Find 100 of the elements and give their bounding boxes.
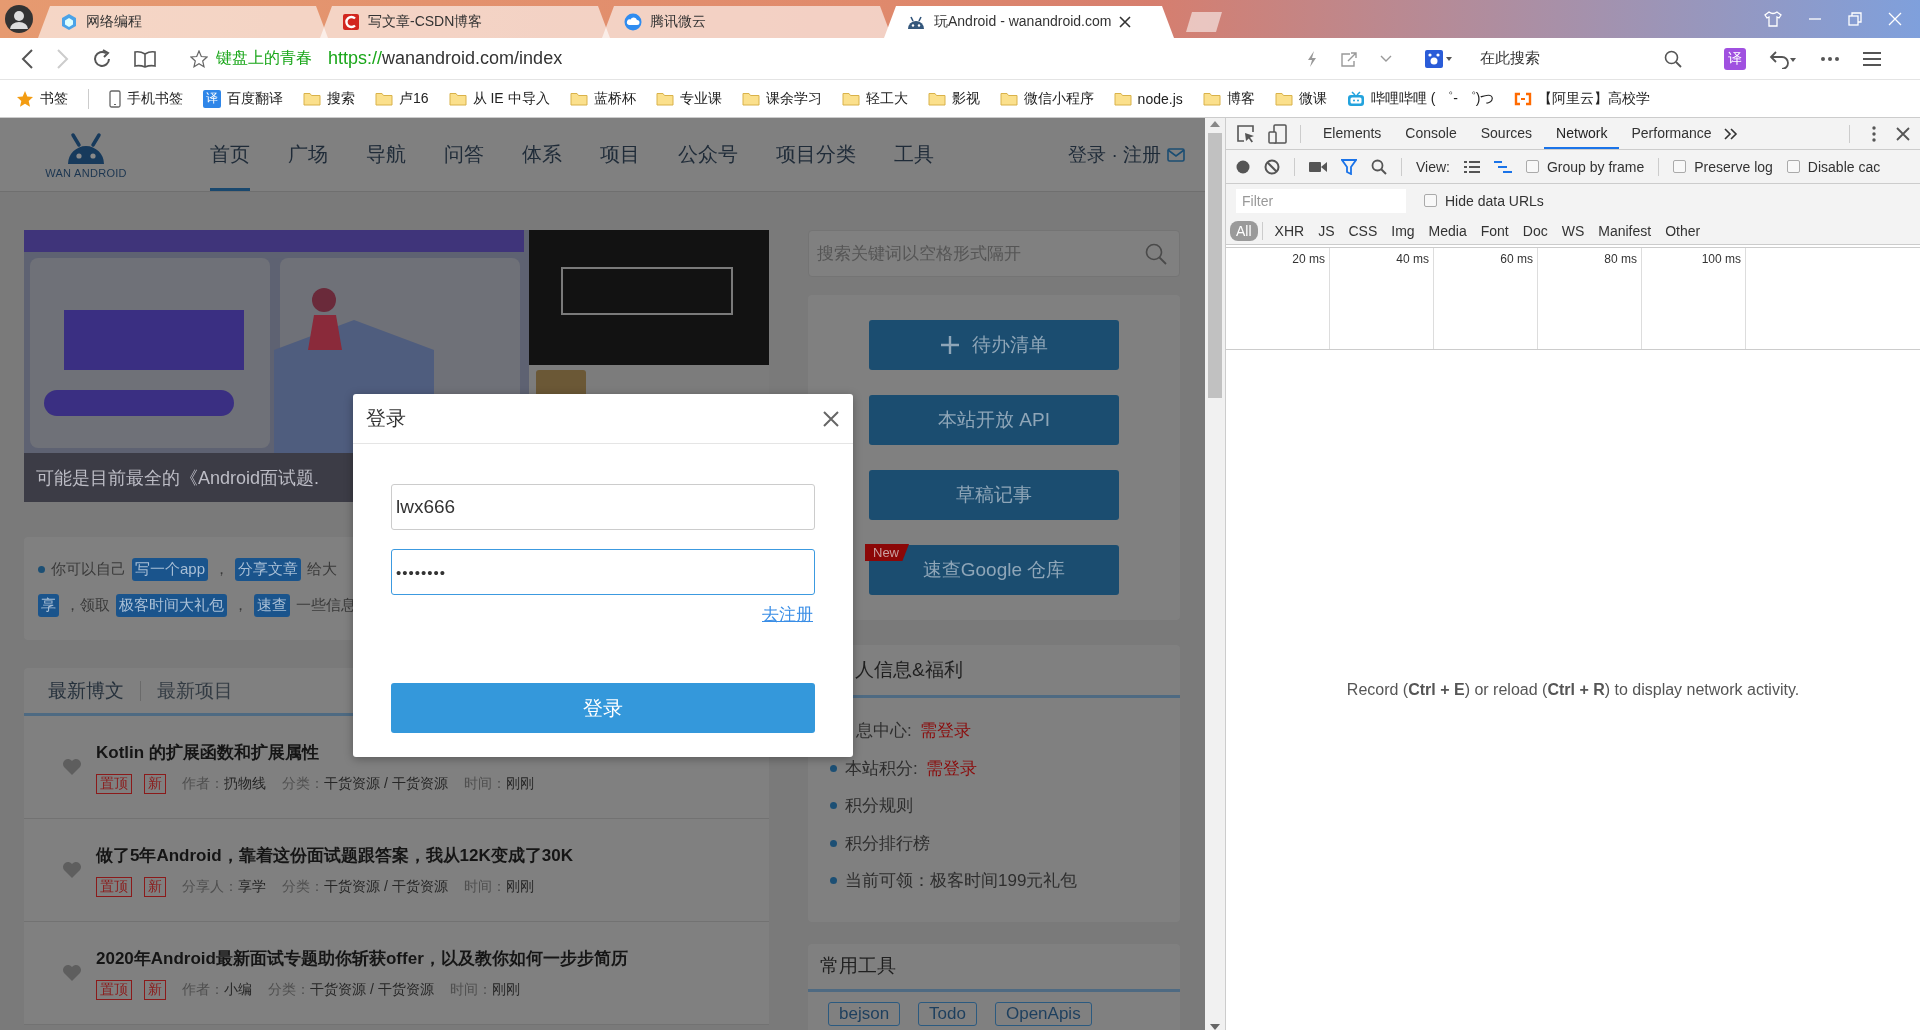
devtools-tab[interactable]: Elements xyxy=(1311,118,1394,149)
profile-link[interactable]: 息中心: xyxy=(856,719,912,743)
inspect-icon[interactable] xyxy=(1236,123,1256,144)
password-field[interactable]: •••••••• xyxy=(391,549,815,595)
type-filter[interactable]: Manifest xyxy=(1592,220,1658,241)
bookmark[interactable]: 微信小程序 xyxy=(1023,89,1094,108)
scroll-down-icon[interactable] xyxy=(1210,1024,1220,1030)
profile-link[interactable]: 当前可领：极客时间199元礼包 xyxy=(845,869,1078,893)
profile-link[interactable]: 积分排行榜 xyxy=(845,831,930,855)
search-icon[interactable] xyxy=(1664,49,1682,68)
type-filter[interactable]: XHR xyxy=(1268,220,1311,241)
menu-icon[interactable] xyxy=(1862,50,1882,67)
login-link[interactable]: 登录 · 注册 xyxy=(1068,141,1161,168)
link-tag[interactable]: 分享文章 xyxy=(235,557,302,581)
username-field[interactable]: lwx666 xyxy=(391,484,815,530)
checkbox[interactable] xyxy=(1526,160,1539,173)
type-filter[interactable]: Other xyxy=(1659,220,1707,241)
translate-button[interactable]: 译 xyxy=(1724,47,1746,70)
nav-link[interactable]: 项目 xyxy=(600,118,640,191)
nav-link[interactable]: 问答 xyxy=(444,118,484,191)
type-filter[interactable]: Doc xyxy=(1516,220,1554,241)
link-tag[interactable]: 极客时间大礼包 xyxy=(116,593,227,617)
bookmark[interactable]: 哔哩哔哩 ( ゜- ゜)つ xyxy=(1370,89,1495,108)
bookmark[interactable]: 【阿里云】高校学 xyxy=(1538,89,1651,108)
bookmark[interactable]: 手机书签 xyxy=(127,89,183,108)
type-filter[interactable]: JS xyxy=(1312,220,1341,241)
kebab-icon[interactable] xyxy=(1872,125,1876,142)
link-tag[interactable]: 享 xyxy=(38,593,59,617)
camera-icon[interactable] xyxy=(1309,160,1327,173)
checkbox-label[interactable]: Group by frame xyxy=(1547,158,1645,175)
bookmark[interactable]: 蓝桥杯 xyxy=(593,89,636,108)
devtools-tab[interactable]: Console xyxy=(1393,118,1469,149)
devtools-tab[interactable]: Performance xyxy=(1619,118,1724,149)
scrollbar-thumb[interactable] xyxy=(1208,133,1222,398)
more-tabs-icon[interactable] xyxy=(1723,127,1738,140)
link-tag[interactable]: 速查 xyxy=(254,593,290,617)
checkbox-label[interactable]: Hide data URLs xyxy=(1445,192,1544,209)
browser-tab[interactable]: 玩Android - wanandroid.com xyxy=(884,6,1174,38)
nav-link[interactable]: 广场 xyxy=(288,118,328,191)
type-filter[interactable]: Media xyxy=(1422,220,1473,241)
nav-link[interactable]: 导航 xyxy=(366,118,406,191)
article-title[interactable]: 2020年Android最新面试专题助你斩获offer，以及教你如何一步步简历 xyxy=(96,946,628,970)
article-title[interactable]: 做了5年Android，靠着这份面试题跟答案，我从12K变成了30K xyxy=(96,843,573,867)
avatar-icon[interactable] xyxy=(4,4,34,34)
reload-icon[interactable] xyxy=(92,48,112,69)
bookmark[interactable]: 微课 xyxy=(1298,89,1327,108)
checkbox[interactable] xyxy=(1673,160,1687,173)
bookmark[interactable]: node.js xyxy=(1137,90,1183,107)
bookmark[interactable]: 博客 xyxy=(1226,89,1255,108)
shirt-icon[interactable] xyxy=(1764,11,1782,27)
checkbox-label[interactable]: Preserve log xyxy=(1694,158,1773,175)
nav-link[interactable]: 工具 xyxy=(894,118,934,191)
clear-icon[interactable] xyxy=(1264,158,1280,175)
nav-link[interactable]: 项目分类 xyxy=(776,118,856,191)
nav-link[interactable]: 首页 xyxy=(210,118,250,191)
devtools-tab[interactable]: Sources xyxy=(1468,118,1545,149)
action-button[interactable]: 本站开放 API xyxy=(869,395,1119,445)
more-icon[interactable] xyxy=(1820,55,1840,62)
search-icon[interactable] xyxy=(1371,158,1387,175)
bookmark[interactable]: 搜索 xyxy=(327,89,355,108)
star-outline-icon[interactable] xyxy=(190,49,208,68)
bookmark[interactable]: 书签 xyxy=(40,89,68,108)
nav-link[interactable]: 公众号 xyxy=(678,118,738,191)
bookmark[interactable]: 课余学习 xyxy=(765,89,822,108)
action-button[interactable]: 草稿记事 xyxy=(869,470,1119,520)
bookmark[interactable]: 影视 xyxy=(951,89,980,108)
close-icon[interactable] xyxy=(1896,126,1910,141)
scroll-up-icon[interactable] xyxy=(1210,121,1220,127)
bookmark[interactable]: 轻工大 xyxy=(865,89,908,108)
waterfall-icon[interactable] xyxy=(1494,160,1512,173)
type-filter[interactable]: Img xyxy=(1385,220,1421,241)
undo-icon[interactable] xyxy=(1768,48,1798,69)
link-tag[interactable]: 写一个app xyxy=(132,557,209,581)
back-icon[interactable] xyxy=(20,48,34,69)
list-view-icon[interactable] xyxy=(1464,160,1480,173)
type-filter[interactable]: Font xyxy=(1474,220,1515,241)
share-icon[interactable] xyxy=(1340,50,1358,67)
filter-field[interactable]: Filter xyxy=(1236,188,1406,213)
lightning-icon[interactable] xyxy=(1306,49,1318,68)
search-field[interactable]: 在此搜索 xyxy=(1480,49,1540,68)
record-icon[interactable] xyxy=(1236,159,1250,174)
bookmark[interactable]: 从 IE 中导入 xyxy=(472,89,550,108)
bookmark[interactable]: 百度翻译 xyxy=(227,89,283,108)
paw-icon[interactable] xyxy=(1424,48,1452,69)
checkbox[interactable] xyxy=(1424,194,1437,207)
checkbox[interactable] xyxy=(1786,160,1800,173)
bookmark[interactable]: 专业课 xyxy=(679,89,722,108)
action-button[interactable]: 待办清单 xyxy=(869,320,1119,370)
bookmark[interactable]: 卢16 xyxy=(399,89,429,108)
chevron-down-icon[interactable] xyxy=(1380,54,1392,63)
type-filter[interactable]: CSS xyxy=(1342,220,1384,241)
book-icon[interactable] xyxy=(134,49,156,68)
nav-link[interactable]: 体系 xyxy=(522,118,562,191)
type-filter[interactable]: WS xyxy=(1555,220,1591,241)
filter-icon[interactable] xyxy=(1341,158,1357,175)
banner-caption[interactable]: 可能是目前最全的《Android面试题. xyxy=(36,466,320,490)
close-icon[interactable] xyxy=(823,410,839,427)
checkbox-label[interactable]: Disable cac xyxy=(1807,158,1881,175)
device-icon[interactable] xyxy=(1268,123,1288,144)
url-text[interactable]: https://wanandroid.com/index xyxy=(328,48,563,69)
